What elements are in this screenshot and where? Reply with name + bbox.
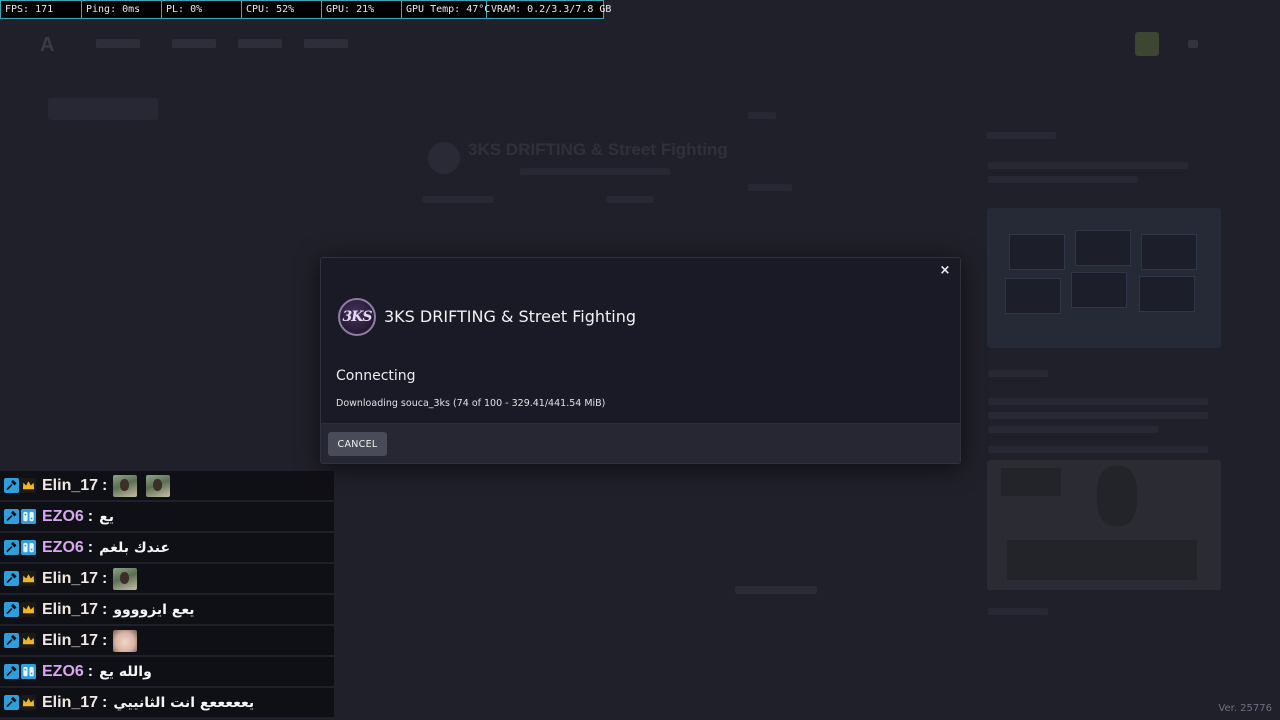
ping-readout: Ping: 0ms [82, 1, 162, 18]
hammer-icon [4, 571, 19, 586]
crown-icon [21, 695, 36, 710]
chat-feed: Elin_17: EZO6: يع EZO6: عندك بلغم Elin_17: Eli… [0, 471, 334, 719]
bg-line [735, 586, 817, 594]
page-title-placeholder [48, 98, 158, 120]
bg-line [520, 168, 670, 175]
chat-separator: : [102, 600, 108, 618]
dialog-footer: CANCEL [321, 423, 960, 463]
chat-emote-image [113, 567, 138, 590]
cancel-button[interactable]: CANCEL [328, 432, 387, 456]
chat-username[interactable]: EZO6 [42, 663, 84, 681]
chat-username[interactable]: EZO6 [42, 539, 84, 557]
bg-line [988, 446, 1208, 453]
crown-icon [21, 478, 36, 493]
user-avatar [1135, 32, 1159, 56]
vram-readout: VRAM: 0.2/3.3/7.8 GB [491, 4, 612, 15]
chat-message-row: EZO6: يع [0, 502, 334, 531]
chat-username[interactable]: Elin_17 [42, 694, 98, 712]
close-icon[interactable]: × [938, 263, 952, 279]
chat-message-row: Elin_17: [0, 471, 334, 500]
performance-overlay: FPS: 171 Ping: 0ms PL: 0% CPU: 52% GPU: … [0, 0, 612, 19]
chat-separator: : [102, 476, 108, 494]
top-nav: A [0, 28, 1280, 64]
chat-emote-image [113, 629, 138, 652]
chat-emote-image [146, 474, 171, 497]
chat-message-text: يعععععع انت الثانييي [113, 694, 255, 711]
bg-line [988, 370, 1048, 377]
nav-item-4 [304, 39, 348, 48]
chat-message-row: EZO6: والله يع [0, 657, 334, 686]
connection-status: Connecting [336, 368, 416, 384]
chat-message-row: Elin_17: [0, 626, 334, 655]
side-thumbnail-1 [987, 208, 1221, 348]
chat-username[interactable]: Elin_17 [42, 601, 98, 619]
packet-loss-readout: PL: 0% [162, 1, 242, 18]
gpu-readout: GPU: 21% [322, 1, 402, 18]
hammer-icon [4, 695, 19, 710]
chat-emote-image [113, 474, 138, 497]
chat-separator: : [87, 507, 94, 525]
nav-item-1 [96, 39, 140, 48]
chat-username[interactable]: EZO6 [42, 508, 84, 526]
bg-server-header: 3KS DRIFTING & Street Fighting [468, 140, 728, 159]
crown-icon [21, 602, 36, 617]
bg-line [748, 184, 792, 191]
download-progress-text: Downloading souca_3ks (74 of 100 - 329.4… [336, 398, 606, 409]
chat-username[interactable]: Elin_17 [42, 477, 98, 495]
chat-separator: : [87, 538, 94, 556]
connecting-dialog: × 3KS 3KS DRIFTING & Street Fighting Con… [320, 257, 961, 464]
hammer-icon [4, 478, 19, 493]
chat-separator: : [102, 631, 108, 649]
chat-message-text: عندك بلغم [99, 539, 171, 556]
server-name: 3KS DRIFTING & Street Fighting [384, 307, 636, 326]
server-logo-icon: 3KS [338, 298, 376, 336]
gpu-temp-readout: GPU Temp: 47°C [402, 1, 490, 18]
hammer-icon [4, 633, 19, 648]
hammer-icon [4, 509, 19, 524]
hammer-icon [4, 540, 19, 555]
fps-readout: FPS: 171 [1, 1, 82, 18]
chat-separator: : [102, 569, 108, 587]
gamepad-icon [21, 540, 36, 555]
chat-message-row: Elin_17: يعععععع انت الثانييي [0, 688, 334, 717]
nav-icon [1188, 40, 1198, 48]
bg-line [988, 426, 1158, 433]
crown-icon [21, 571, 36, 586]
chat-message-text: والله يع [99, 663, 152, 680]
chat-message-text: يعع ايزوووو [113, 601, 195, 618]
hammer-icon [4, 664, 19, 679]
chat-message-row: Elin_17: يعع ايزوووو [0, 595, 334, 624]
chat-separator: : [87, 662, 94, 680]
nav-item-2 [172, 39, 216, 48]
bg-line [988, 398, 1208, 405]
server-logo-text: 3KS [342, 309, 372, 325]
bg-line [988, 176, 1138, 183]
hammer-icon [4, 602, 19, 617]
bg-line [988, 412, 1208, 419]
cpu-readout: CPU: 52% [242, 1, 322, 18]
side-thumbnail-2 [987, 460, 1221, 590]
version-label: Ver. 25776 [1218, 703, 1272, 714]
bg-line [422, 196, 494, 203]
app-logo: A [40, 34, 55, 56]
bg-line [606, 196, 654, 203]
bg-line [988, 608, 1048, 615]
crown-icon [21, 633, 36, 648]
chat-username[interactable]: Elin_17 [42, 632, 98, 650]
nav-item-3 [238, 39, 282, 48]
chat-message-text: يع [99, 508, 114, 525]
chat-username[interactable]: Elin_17 [42, 570, 98, 588]
chat-separator: : [102, 693, 108, 711]
chat-message-row: EZO6: عندك بلغم [0, 533, 334, 562]
bg-line [748, 112, 776, 119]
bg-line [988, 162, 1188, 169]
gamepad-icon [21, 509, 36, 524]
gamepad-icon [21, 664, 36, 679]
bg-server-icon [428, 142, 460, 174]
bg-line [986, 132, 1056, 139]
chat-message-row: Elin_17: [0, 564, 334, 593]
